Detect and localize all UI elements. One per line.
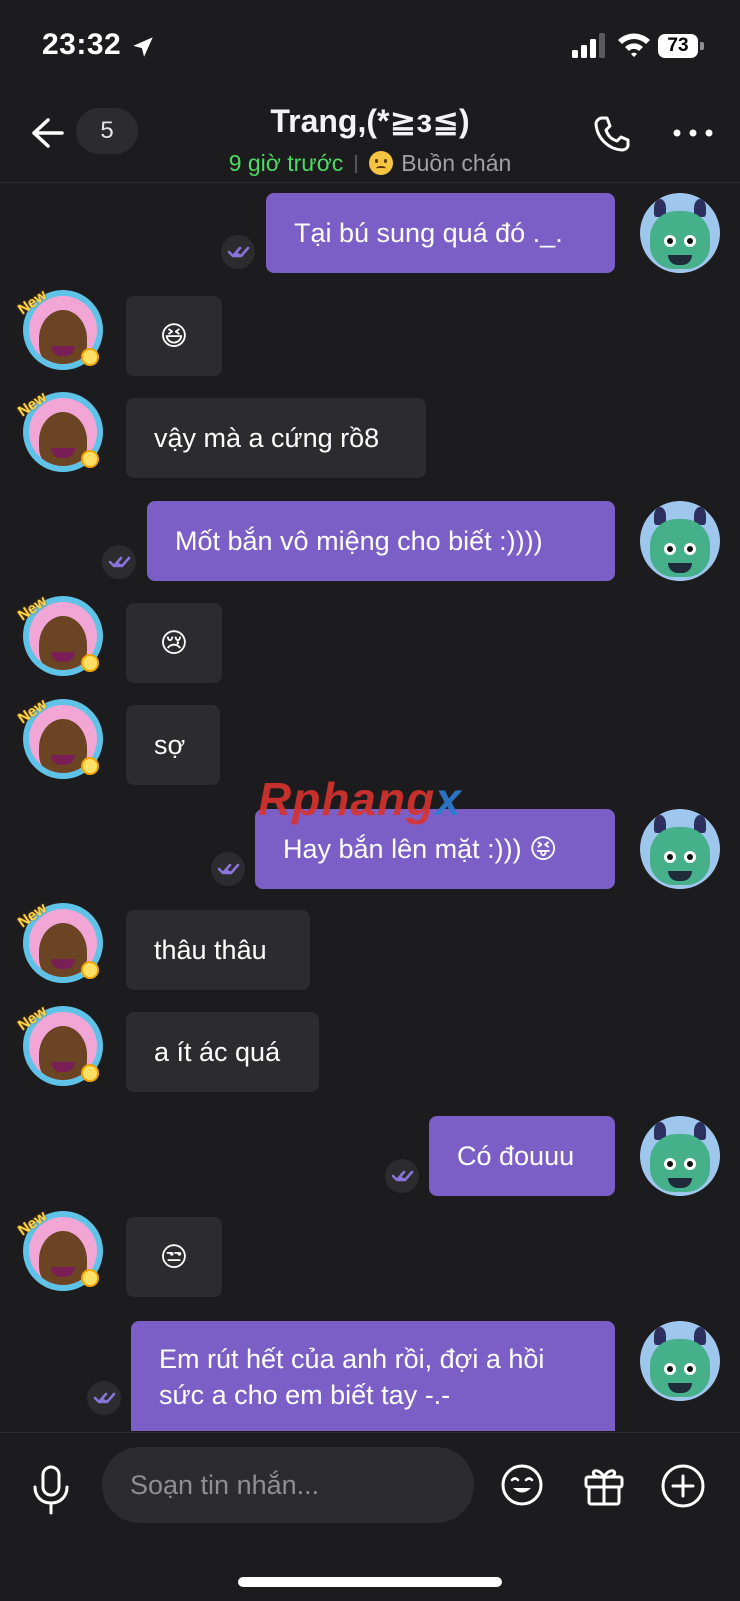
message-input[interactable] xyxy=(102,1447,474,1523)
mood-emoji-icon xyxy=(369,151,394,175)
divider xyxy=(355,155,358,173)
my-avatar[interactable] xyxy=(640,193,720,273)
contact-avatar[interactable]: New xyxy=(15,1208,103,1291)
my-avatar[interactable] xyxy=(640,501,720,581)
unread-count-badge[interactable]: 5 xyxy=(76,108,138,154)
plus-icon[interactable] xyxy=(660,1463,706,1509)
gift-icon[interactable] xyxy=(582,1463,626,1507)
message-bubble-incoming[interactable]: sợ xyxy=(126,705,220,785)
wifi-icon xyxy=(618,33,650,57)
my-avatar[interactable] xyxy=(640,809,720,889)
message-composer xyxy=(0,1432,740,1601)
chat-header: 5 Trang,(*≧з≦) 9 giờ trước Buồn chán xyxy=(0,90,740,183)
mic-icon[interactable] xyxy=(30,1465,72,1517)
contact-avatar[interactable]: New xyxy=(15,389,103,472)
mood-status: Buồn chán xyxy=(401,150,512,176)
back-arrow-icon[interactable] xyxy=(26,112,68,154)
status-time: 23:32 xyxy=(42,28,122,61)
read-receipt-icon xyxy=(102,545,136,579)
message-bubble-incoming[interactable]: a ít ác quá xyxy=(126,1012,319,1092)
contact-avatar[interactable]: New xyxy=(15,900,103,983)
watermark: Rphangx xyxy=(258,772,462,826)
read-receipt-icon xyxy=(87,1381,121,1415)
status-bar: 23:32 73 xyxy=(0,0,740,90)
message-bubble-incoming[interactable]: 😢 xyxy=(126,603,222,683)
more-icon[interactable] xyxy=(672,126,714,140)
emoji-icon[interactable] xyxy=(500,1463,544,1507)
signal-icon xyxy=(572,33,605,58)
phone-icon[interactable] xyxy=(590,112,634,156)
contact-status-row: 9 giờ trước Buồn chán xyxy=(170,150,570,177)
message-bubble-incoming[interactable]: vậy mà a cứng rồ8 xyxy=(126,398,426,478)
battery-icon: 73 xyxy=(658,34,704,58)
message-bubble-outgoing[interactable]: Có đouuu xyxy=(429,1116,615,1196)
contact-name[interactable]: Trang,(*≧з≦) xyxy=(170,102,570,140)
location-arrow-icon xyxy=(133,37,153,57)
contact-avatar[interactable]: New xyxy=(15,1003,103,1086)
read-receipt-icon xyxy=(221,235,255,269)
message-bubble-outgoing[interactable]: Tại bú sung quá đó ._. xyxy=(266,193,615,273)
watermark-text: Rphang xyxy=(258,773,436,825)
watermark-accent: x xyxy=(435,773,462,825)
message-bubble-incoming[interactable]: 😆 xyxy=(126,296,222,376)
read-receipt-icon xyxy=(211,852,245,886)
message-bubble-incoming[interactable]: thâu thâu xyxy=(126,910,310,990)
last-seen: 9 giờ trước xyxy=(228,150,344,176)
contact-avatar[interactable]: New xyxy=(15,696,103,779)
message-bubble-incoming[interactable]: 😒 xyxy=(126,1217,222,1297)
battery-level: 73 xyxy=(658,34,698,58)
read-receipt-icon xyxy=(385,1159,419,1193)
my-avatar[interactable] xyxy=(640,1321,720,1401)
contact-avatar[interactable]: New xyxy=(15,287,103,370)
contact-avatar[interactable]: New xyxy=(15,593,103,676)
home-indicator[interactable] xyxy=(238,1577,502,1587)
my-avatar[interactable] xyxy=(640,1116,720,1196)
message-bubble-outgoing[interactable]: Em rút hết của anh rồi, đợi a hồi sức a … xyxy=(131,1321,615,1431)
message-bubble-outgoing[interactable]: Mốt bắn vô miệng cho biết :)))) xyxy=(147,501,615,581)
